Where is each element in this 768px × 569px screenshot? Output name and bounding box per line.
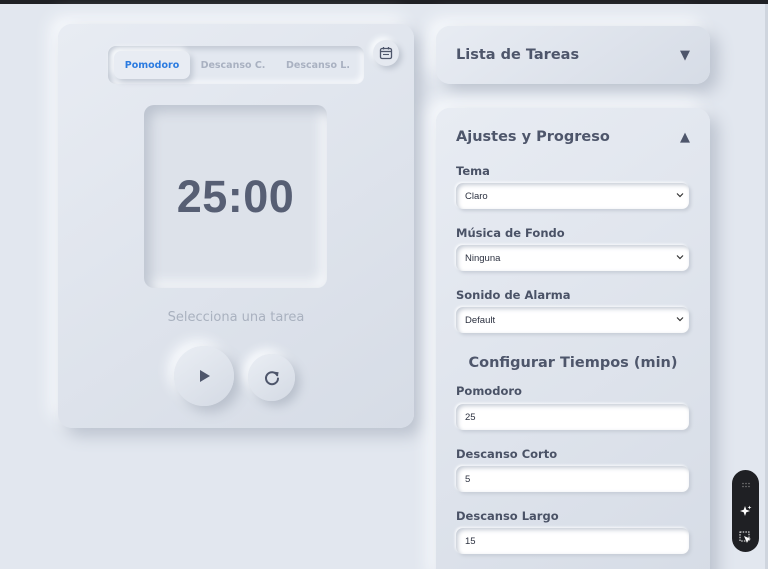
play-button[interactable] [174, 346, 234, 406]
sparkle-icon[interactable] [732, 502, 759, 520]
browser-top-bar [0, 0, 768, 4]
pomodoro-time-input[interactable]: 25 [456, 404, 689, 430]
drag-handle-icon[interactable] [732, 476, 759, 494]
chevron-down-icon [676, 255, 684, 260]
short-break-label: Descanso Corto [456, 447, 558, 461]
theme-select-value: Claro [465, 190, 488, 202]
alarm-select-value: Default [465, 314, 496, 326]
reset-button[interactable] [248, 354, 295, 401]
alarm-select[interactable]: Default [456, 307, 689, 333]
short-break-input[interactable]: 5 [456, 466, 689, 492]
chevron-down-icon [676, 193, 684, 198]
long-break-input[interactable]: 15 [456, 528, 689, 554]
times-heading: Configurar Tiempos (min) [468, 355, 678, 371]
expand-icon[interactable]: ▼ [680, 48, 690, 63]
current-task-label[interactable]: Selecciona una tarea [58, 310, 414, 325]
refresh-icon [264, 370, 279, 385]
tasks-panel[interactable]: Lista de Tareas ▼ [436, 26, 710, 84]
music-select[interactable]: Ninguna [456, 245, 689, 271]
settings-panel: Ajustes y Progreso ▲ Tema Claro Música d… [436, 108, 710, 569]
timer-card: Pomodoro Descanso C. Descanso L. 25:00 S… [58, 24, 414, 428]
collapse-icon[interactable]: ▲ [680, 130, 690, 145]
long-break-label: Descanso Largo [456, 509, 559, 523]
mode-tabs: Pomodoro Descanso C. Descanso L. [108, 46, 364, 84]
timer-display-box: 25:00 [144, 105, 327, 288]
pomodoro-time-label: Pomodoro [456, 384, 522, 398]
music-label: Música de Fondo [456, 226, 565, 240]
calendar-icon [379, 47, 393, 60]
alarm-label: Sonido de Alarma [456, 288, 571, 302]
timer-display: 25:00 [176, 170, 295, 222]
theme-label: Tema [456, 164, 490, 178]
tab-descanso-largo[interactable]: Descanso L. [280, 51, 356, 79]
select-element-icon[interactable] [732, 528, 759, 546]
settings-panel-title: Ajustes y Progreso [456, 129, 610, 145]
tab-pomodoro[interactable]: Pomodoro [114, 51, 190, 79]
theme-select[interactable]: Claro [456, 183, 689, 209]
floating-toolbar [732, 470, 759, 552]
music-select-value: Ninguna [465, 252, 501, 264]
tab-descanso-corto[interactable]: Descanso C. [195, 51, 271, 79]
tasks-panel-title: Lista de Tareas [456, 47, 580, 63]
calendar-button[interactable] [373, 40, 399, 66]
chevron-down-icon [676, 317, 684, 322]
play-icon [200, 370, 210, 382]
